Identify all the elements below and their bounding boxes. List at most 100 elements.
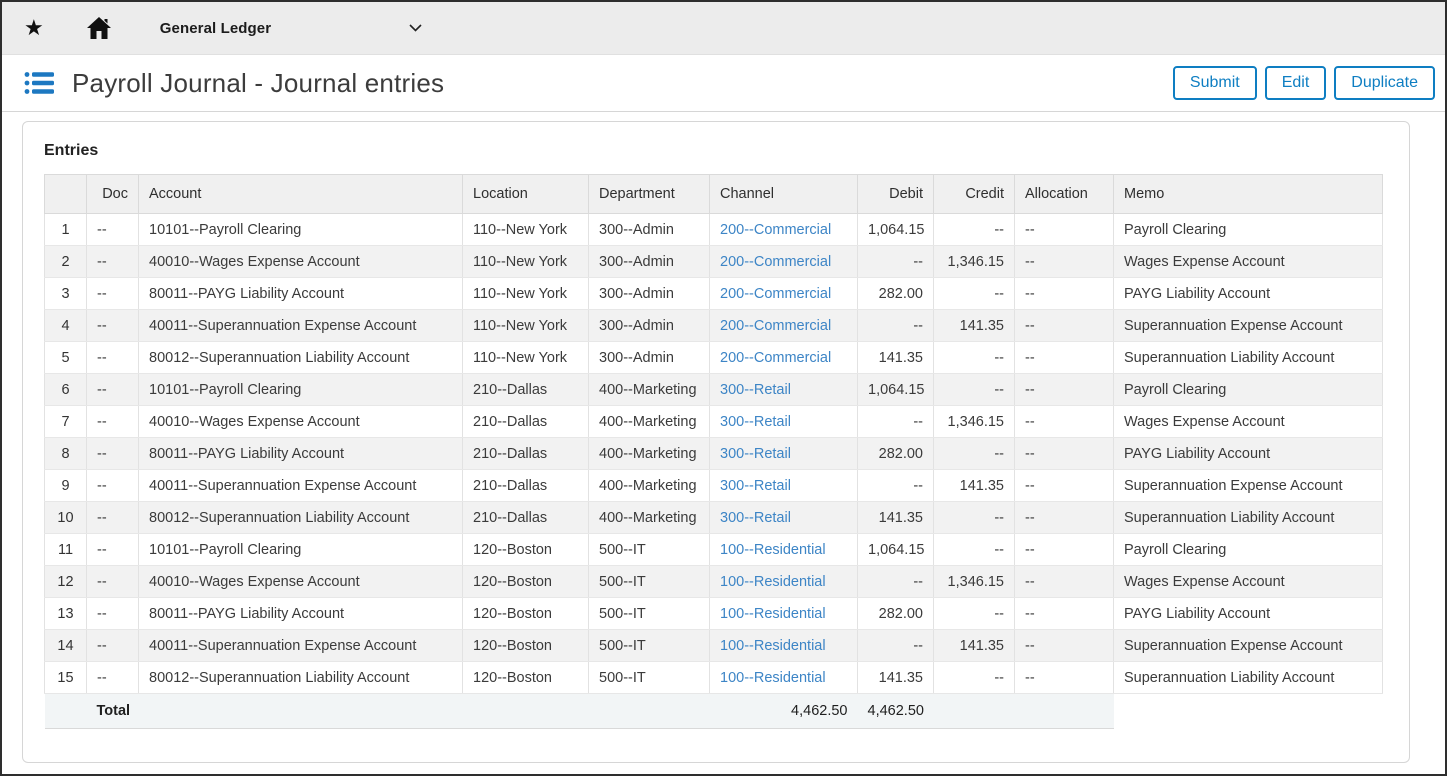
location-cell: 110--New York xyxy=(463,342,589,374)
department-cell: 500--IT xyxy=(589,630,710,662)
department-cell: 500--IT xyxy=(589,662,710,694)
row-number: 1 xyxy=(45,214,87,246)
account-cell: 10101--Payroll Clearing xyxy=(139,374,463,406)
row-number: 15 xyxy=(45,662,87,694)
debit-cell: 1,064.15 xyxy=(858,534,934,566)
channel-link[interactable]: 200--Commercial xyxy=(720,254,831,270)
col-header-memo: Memo xyxy=(1114,175,1383,214)
home-icon[interactable] xyxy=(86,16,112,40)
department-cell: 400--Marketing xyxy=(589,438,710,470)
channel-link[interactable]: 300--Retail xyxy=(720,382,791,398)
credit-cell: -- xyxy=(934,598,1015,630)
memo-cell: PAYG Liability Account xyxy=(1114,438,1383,470)
doc-cell: -- xyxy=(87,502,139,534)
edit-button[interactable]: Edit xyxy=(1265,66,1327,99)
row-number: 12 xyxy=(45,566,87,598)
row-number: 2 xyxy=(45,246,87,278)
channel-link[interactable]: 300--Retail xyxy=(720,414,791,430)
col-header-location: Location xyxy=(463,175,589,214)
doc-cell: -- xyxy=(87,566,139,598)
channel-link: 300--Retail xyxy=(710,502,858,534)
account-cell: 80011--PAYG Liability Account xyxy=(139,278,463,310)
channel-link[interactable]: 100--Residential xyxy=(720,574,826,590)
list-icon[interactable] xyxy=(24,70,54,96)
allocation-cell: -- xyxy=(1015,662,1114,694)
table-row: 7--40010--Wages Expense Account210--Dall… xyxy=(45,406,1383,438)
memo-cell: Wages Expense Account xyxy=(1114,406,1383,438)
total-credit: 4,462.50 xyxy=(858,694,934,729)
allocation-cell: -- xyxy=(1015,566,1114,598)
app-menu[interactable]: General Ledger xyxy=(160,20,422,37)
col-header-allocation: Allocation xyxy=(1015,175,1114,214)
department-cell: 500--IT xyxy=(589,534,710,566)
memo-cell: PAYG Liability Account xyxy=(1114,278,1383,310)
entries-table: Doc Account Location Department Channel … xyxy=(44,174,1383,729)
row-number: 13 xyxy=(45,598,87,630)
debit-cell: -- xyxy=(858,246,934,278)
memo-cell: Superannuation Liability Account xyxy=(1114,342,1383,374)
credit-cell: 1,346.15 xyxy=(934,246,1015,278)
memo-cell: Superannuation Liability Account xyxy=(1114,502,1383,534)
account-cell: 80011--PAYG Liability Account xyxy=(139,598,463,630)
debit-cell: 282.00 xyxy=(858,598,934,630)
topbar: ★ General Ledger xyxy=(2,2,1445,55)
credit-cell: -- xyxy=(934,662,1015,694)
table-row: 3--80011--PAYG Liability Account110--New… xyxy=(45,278,1383,310)
table-row: 15--80012--Superannuation Liability Acco… xyxy=(45,662,1383,694)
account-cell: 40011--Superannuation Expense Account xyxy=(139,470,463,502)
account-cell: 40010--Wages Expense Account xyxy=(139,566,463,598)
channel-link[interactable]: 200--Commercial xyxy=(720,350,831,366)
doc-cell: -- xyxy=(87,342,139,374)
channel-link[interactable]: 100--Residential xyxy=(720,638,826,654)
allocation-cell: -- xyxy=(1015,214,1114,246)
channel-link: 200--Commercial xyxy=(710,310,858,342)
chevron-down-icon xyxy=(409,24,422,32)
debit-cell: 1,064.15 xyxy=(858,374,934,406)
channel-link[interactable]: 200--Commercial xyxy=(720,286,831,302)
memo-cell: Payroll Clearing xyxy=(1114,534,1383,566)
allocation-cell: -- xyxy=(1015,310,1114,342)
titlebar: Payroll Journal - Journal entries Submit… xyxy=(2,55,1445,112)
channel-link[interactable]: 100--Residential xyxy=(720,670,826,686)
doc-cell: -- xyxy=(87,470,139,502)
allocation-cell: -- xyxy=(1015,630,1114,662)
content-area: Entries Doc Account Location Department … xyxy=(2,112,1445,774)
doc-cell: -- xyxy=(87,662,139,694)
channel-link: 100--Residential xyxy=(710,534,858,566)
location-cell: 120--Boston xyxy=(463,630,589,662)
entries-card: Entries Doc Account Location Department … xyxy=(22,121,1410,763)
table-row: 10--80012--Superannuation Liability Acco… xyxy=(45,502,1383,534)
credit-cell: -- xyxy=(934,534,1015,566)
entries-heading: Entries xyxy=(44,142,1389,160)
table-row: 13--80011--PAYG Liability Account120--Bo… xyxy=(45,598,1383,630)
channel-link: 300--Retail xyxy=(710,470,858,502)
account-cell: 80012--Superannuation Liability Account xyxy=(139,342,463,374)
channel-link[interactable]: 200--Commercial xyxy=(720,222,831,238)
account-cell: 40011--Superannuation Expense Account xyxy=(139,310,463,342)
memo-cell: Superannuation Liability Account xyxy=(1114,662,1383,694)
allocation-cell: -- xyxy=(1015,502,1114,534)
doc-cell: -- xyxy=(87,246,139,278)
account-cell: 80012--Superannuation Liability Account xyxy=(139,662,463,694)
account-cell: 80012--Superannuation Liability Account xyxy=(139,502,463,534)
channel-link[interactable]: 200--Commercial xyxy=(720,318,831,334)
channel-link[interactable]: 100--Residential xyxy=(720,542,826,558)
channel-link[interactable]: 300--Retail xyxy=(720,510,791,526)
location-cell: 120--Boston xyxy=(463,566,589,598)
favorites-star-icon[interactable]: ★ xyxy=(24,17,44,39)
channel-link[interactable]: 300--Retail xyxy=(720,446,791,462)
submit-button[interactable]: Submit xyxy=(1173,66,1257,99)
table-row: 2--40010--Wages Expense Account110--New … xyxy=(45,246,1383,278)
account-cell: 10101--Payroll Clearing xyxy=(139,534,463,566)
duplicate-button[interactable]: Duplicate xyxy=(1334,66,1435,99)
channel-link[interactable]: 100--Residential xyxy=(720,606,826,622)
allocation-cell: -- xyxy=(1015,598,1114,630)
allocation-cell: -- xyxy=(1015,534,1114,566)
entries-table-body: 1--10101--Payroll Clearing110--New York3… xyxy=(45,214,1383,694)
channel-link[interactable]: 300--Retail xyxy=(720,478,791,494)
department-cell: 400--Marketing xyxy=(589,502,710,534)
location-cell: 210--Dallas xyxy=(463,502,589,534)
debit-cell: -- xyxy=(858,566,934,598)
channel-link: 200--Commercial xyxy=(710,278,858,310)
department-cell: 400--Marketing xyxy=(589,374,710,406)
